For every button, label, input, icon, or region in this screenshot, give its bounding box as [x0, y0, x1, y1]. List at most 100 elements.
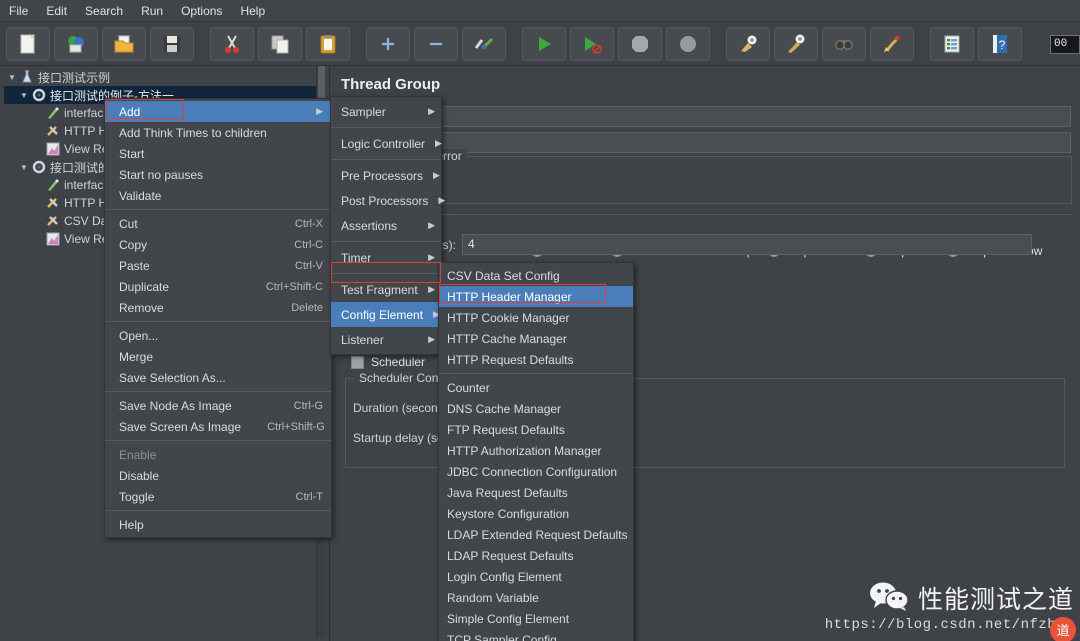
start-no-pauses-icon[interactable]	[570, 26, 614, 61]
add-submenu-item-post-processors[interactable]: Post Processors ▶	[331, 188, 445, 213]
chevron-right-icon: ▶	[428, 284, 435, 294]
config-menu-item-dns-cache-manager[interactable]: DNS Cache Manager	[439, 398, 633, 419]
menu-item-label: Copy	[119, 237, 148, 252]
menu-item-label: Save Node As Image	[119, 398, 232, 413]
listener-icon	[44, 232, 62, 246]
expander-icon[interactable]: ▼	[18, 163, 30, 172]
context-menu-item-start-no-pauses[interactable]: Start no pauses	[105, 164, 331, 185]
expander-icon[interactable]: ▼	[6, 73, 18, 82]
menu-item-label: Validate	[119, 188, 162, 203]
context-menu-item-open[interactable]: Open...	[105, 325, 331, 346]
add-submenu-item-sampler[interactable]: Sampler ▶	[331, 99, 441, 124]
context-menu-item-copy[interactable]: Copy Ctrl-C	[105, 234, 331, 255]
add-submenu[interactable]: Sampler ▶ Logic Controller ▶ Pre Process…	[330, 96, 445, 355]
help-icon[interactable]: ?	[978, 26, 1022, 61]
cut-icon[interactable]	[210, 26, 254, 61]
clear-icon[interactable]	[726, 26, 770, 61]
scheduler-checkbox-row[interactable]: Scheduler	[351, 355, 425, 369]
config-menu-item-counter[interactable]: Counter	[439, 377, 633, 398]
duration-label: Duration (second	[353, 401, 445, 415]
context-menu-item-add[interactable]: Add ▶	[105, 101, 331, 122]
add-submenu-item-pre-processors[interactable]: Pre Processors ▶	[331, 163, 441, 188]
context-menu-item-duplicate[interactable]: Duplicate Ctrl+Shift-C	[105, 276, 331, 297]
new-icon[interactable]	[6, 26, 50, 61]
tree-context-menu[interactable]: Add ▶ Add Think Times to children Start …	[104, 98, 332, 538]
config-menu-item-ftp-request-defaults[interactable]: FTP Request Defaults	[439, 419, 633, 440]
context-menu-item-help[interactable]: Help	[105, 514, 331, 535]
name-input[interactable]: 例子-方法一	[331, 106, 1071, 127]
templates-icon[interactable]	[54, 26, 98, 61]
config-menu-item-csv-data-set-config[interactable]: CSV Data Set Config	[439, 265, 633, 286]
context-menu-item-cut[interactable]: Cut Ctrl-X	[105, 213, 331, 234]
add-submenu-item-test-fragment[interactable]: Test Fragment ▶	[331, 277, 441, 302]
menu-file[interactable]: File	[0, 1, 37, 21]
menu-item-label: CSV Data Set Config	[447, 268, 560, 283]
save-icon[interactable]	[150, 26, 194, 61]
config-menu-item-ldap-extended-request-defaults[interactable]: LDAP Extended Request Defaults	[439, 524, 633, 545]
context-menu-item-add-think-times[interactable]: Add Think Times to children	[105, 122, 331, 143]
context-menu-item-validate[interactable]: Validate	[105, 185, 331, 206]
toggle-icon[interactable]	[462, 26, 506, 61]
start-icon[interactable]	[522, 26, 566, 61]
copy-icon[interactable]	[258, 26, 302, 61]
startup-delay-field-row: Startup delay (se	[353, 431, 444, 445]
config-menu-item-simple-config-element[interactable]: Simple Config Element	[439, 608, 633, 629]
shutdown-icon[interactable]	[666, 26, 710, 61]
context-menu-item-toggle[interactable]: Toggle Ctrl-T	[105, 486, 331, 507]
menu-options[interactable]: Options	[172, 1, 231, 21]
menu-edit[interactable]: Edit	[37, 1, 76, 21]
context-menu-item-disable[interactable]: Disable	[105, 465, 331, 486]
config-menu-item-jdbc-connection-configuration[interactable]: JDBC Connection Configuration	[439, 461, 633, 482]
reset-search-icon[interactable]	[870, 26, 914, 61]
config-menu-item-http-cookie-manager[interactable]: HTTP Cookie Manager	[439, 307, 633, 328]
config-menu-item-ldap-request-defaults[interactable]: LDAP Request Defaults	[439, 545, 633, 566]
add-submenu-item-listener[interactable]: Listener ▶	[331, 327, 441, 352]
menu-run[interactable]: Run	[132, 1, 172, 21]
context-menu-item-start[interactable]: Start	[105, 143, 331, 164]
menu-item-accelerator: Delete	[291, 301, 323, 314]
checkbox-icon[interactable]	[351, 355, 364, 369]
config-element-submenu[interactable]: CSV Data Set Config HTTP Header Manager …	[438, 262, 634, 641]
collapse-all-icon[interactable]	[414, 26, 458, 61]
watermark-url: https://blog.csdn.net/nfzh1k	[824, 617, 1074, 633]
menu-search[interactable]: Search	[76, 1, 132, 21]
config-menu-item-random-variable[interactable]: Random Variable	[439, 587, 633, 608]
context-menu-item-remove[interactable]: Remove Delete	[105, 297, 331, 318]
config-menu-item-tcp-sampler-config[interactable]: TCP Sampler Config	[439, 629, 633, 641]
context-menu-item-enable[interactable]: Enable	[105, 444, 331, 465]
search-icon[interactable]	[822, 26, 866, 61]
add-submenu-item-config-element[interactable]: Config Element ▶	[331, 302, 441, 327]
threads-input[interactable]: 4	[462, 234, 1033, 255]
menu-item-label: HTTP Cookie Manager	[447, 310, 570, 325]
jmeter-window: File Edit Search Run Options Help ? 00 ▼…	[0, 0, 1080, 641]
config-menu-item-http-cache-manager[interactable]: HTTP Cache Manager	[439, 328, 633, 349]
context-menu-item-save-screen-as-image[interactable]: Save Screen As Image Ctrl+Shift-G	[105, 416, 331, 437]
config-element-icon	[44, 214, 62, 228]
paste-icon[interactable]	[306, 26, 350, 61]
menu-help[interactable]: Help	[231, 1, 274, 21]
open-icon[interactable]	[102, 26, 146, 61]
clear-all-icon[interactable]	[774, 26, 818, 61]
context-menu-item-save-node-as-image[interactable]: Save Node As Image Ctrl-G	[105, 395, 331, 416]
menu-item-label: Java Request Defaults	[447, 485, 568, 500]
chevron-right-icon: ▶	[428, 220, 435, 230]
expand-all-icon[interactable]	[366, 26, 410, 61]
config-menu-item-keystore-configuration[interactable]: Keystore Configuration	[439, 503, 633, 524]
config-menu-item-http-header-manager[interactable]: HTTP Header Manager	[439, 286, 633, 307]
add-submenu-item-timer[interactable]: Timer ▶	[331, 245, 441, 270]
config-menu-item-http-authorization-manager[interactable]: HTTP Authorization Manager	[439, 440, 633, 461]
function-helper-icon[interactable]	[930, 26, 974, 61]
config-menu-item-java-request-defaults[interactable]: Java Request Defaults	[439, 482, 633, 503]
context-menu-item-merge[interactable]: Merge	[105, 346, 331, 367]
add-submenu-item-logic-controller[interactable]: Logic Controller ▶	[331, 131, 442, 156]
context-menu-item-save-selection-as[interactable]: Save Selection As...	[105, 367, 331, 388]
tree-node-test-plan[interactable]: ▼ 接口测试示例	[4, 68, 322, 86]
config-menu-item-http-request-defaults[interactable]: HTTP Request Defaults	[439, 349, 633, 370]
context-menu-item-paste[interactable]: Paste Ctrl-V	[105, 255, 331, 276]
expander-icon[interactable]: ▼	[18, 91, 30, 100]
menu-item-accelerator: Ctrl-X	[294, 217, 323, 230]
stop-icon[interactable]	[618, 26, 662, 61]
listener-icon	[44, 142, 62, 156]
config-menu-item-login-config-element[interactable]: Login Config Element	[439, 566, 633, 587]
add-submenu-item-assertions[interactable]: Assertions ▶	[331, 213, 441, 238]
